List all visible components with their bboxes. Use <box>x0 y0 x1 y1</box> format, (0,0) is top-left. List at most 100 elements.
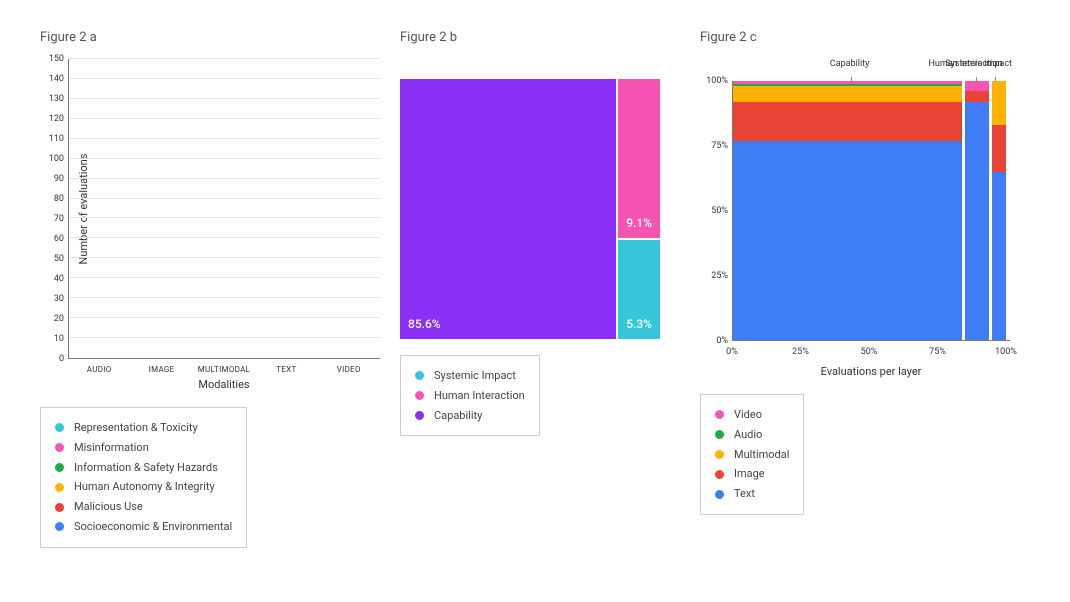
legend-label: Human Autonomy & Integrity <box>74 477 215 497</box>
figure-2a-legend: Representation & ToxicityMisinformationI… <box>40 407 247 548</box>
legend-item: Socioeconomic & Environmental <box>55 517 232 537</box>
legend-label: Socioeconomic & Environmental <box>74 517 232 537</box>
figure-2a-title: Figure 2 a <box>40 30 380 45</box>
xtick: VIDEO <box>318 365 380 374</box>
legend-swatch <box>55 423 64 432</box>
figure-2c-xlabel: Evaluations per layer <box>732 365 1010 378</box>
legend-label: Information & Safety Hazards <box>74 458 218 478</box>
top-label-systemic: Systemic impact <box>945 59 1012 69</box>
legend-item: Multimodal <box>715 445 789 465</box>
ytick: 140 <box>49 74 64 84</box>
ytick: 150 <box>49 54 64 64</box>
legend-swatch <box>415 391 424 400</box>
xtick: 100% <box>995 347 1017 357</box>
figure-2a-chart: Number of evaluations 010203040506070809… <box>40 59 380 359</box>
legend-label: Text <box>734 484 755 504</box>
legend-swatch <box>55 443 64 452</box>
ytick: 50 <box>54 254 64 264</box>
figure-2c-xticks: 0%25%50%75%100% <box>732 347 1006 361</box>
legend-swatch <box>55 463 64 472</box>
legend-swatch <box>715 490 724 499</box>
ytick: 30 <box>54 294 64 304</box>
legend-item: Misinformation <box>55 438 232 458</box>
legend-item: Capability <box>415 406 525 426</box>
legend-item: Image <box>715 464 789 484</box>
ytick: 0% <box>716 336 728 346</box>
figure-2b-title: Figure 2 b <box>400 30 680 45</box>
xtick: 25% <box>792 347 809 357</box>
figure-row: Figure 2 a Number of evaluations 0102030… <box>0 0 1070 558</box>
mosaic-col-systemic <box>992 81 1006 340</box>
legend-label: Capability <box>434 406 482 426</box>
ytick: 20 <box>54 314 64 324</box>
ytick: 60 <box>54 234 64 244</box>
legend-swatch <box>715 450 724 459</box>
ytick: 100% <box>706 76 728 86</box>
legend-swatch <box>55 522 64 531</box>
xtick: 0% <box>726 347 738 357</box>
treemap-systemic: 5.3% <box>618 240 660 339</box>
figure-2c-chart: Evaluations per modality 0%25%50%75%100% <box>700 81 1010 341</box>
figure-2c-yaxis: 0%25%50%75%100% <box>700 81 732 341</box>
figure-2b-chart: 85.6%9.1%5.3% <box>400 79 660 339</box>
mosaic-seg-text <box>965 102 989 340</box>
xtick: 50% <box>861 347 878 357</box>
figure-2a: Figure 2 a Number of evaluations 0102030… <box>40 30 380 548</box>
ytick: 130 <box>49 94 64 104</box>
legend-swatch <box>55 503 64 512</box>
mosaic-col-capability <box>733 81 962 340</box>
treemap-capability: 85.6% <box>400 79 616 339</box>
ytick: 0 <box>59 354 64 364</box>
mosaic-seg-multimodal <box>992 81 1006 125</box>
xtick: AUDIO <box>68 365 130 374</box>
mosaic-seg-image <box>992 125 1006 172</box>
figure-2c: Figure 2 c CapabilityHuman interactionSy… <box>700 30 1010 548</box>
legend-label: Audio <box>734 425 762 445</box>
xtick: MULTIMODAL <box>193 365 255 374</box>
figure-2c-legend: VideoAudioMultimodalImageText <box>700 394 804 515</box>
legend-item: Human Autonomy & Integrity <box>55 477 232 497</box>
ytick: 100 <box>49 154 64 164</box>
legend-label: Multimodal <box>734 445 789 465</box>
figure-2b-legend: Systemic ImpactHuman InteractionCapabili… <box>400 355 540 436</box>
figure-2c-plot <box>732 81 1010 341</box>
legend-item: Information & Safety Hazards <box>55 458 232 478</box>
mosaic-seg-video <box>965 81 989 91</box>
legend-swatch <box>715 430 724 439</box>
ytick: 25% <box>711 271 728 281</box>
legend-item: Audio <box>715 425 789 445</box>
mosaic-col-human <box>965 81 989 340</box>
legend-label: Misinformation <box>74 438 149 458</box>
legend-item: Representation & Toxicity <box>55 418 232 438</box>
legend-item: Video <box>715 405 789 425</box>
xtick: 75% <box>929 347 946 357</box>
legend-item: Human Interaction <box>415 386 525 406</box>
ytick: 90 <box>54 174 64 184</box>
top-label-capability: Capability <box>830 59 870 69</box>
legend-swatch <box>415 411 424 420</box>
ytick: 10 <box>54 334 64 344</box>
figure-2c-chart-wrap: CapabilityHuman interactionSystemic impa… <box>700 59 1010 378</box>
figure-2a-plot <box>68 59 380 359</box>
xtick: TEXT <box>255 365 317 374</box>
figure-2c-title: Figure 2 c <box>700 30 1010 45</box>
figure-2a-yaxis: 0102030405060708090100110120130140150 <box>40 59 68 359</box>
legend-swatch <box>715 470 724 479</box>
figure-2a-xticks: AUDIOIMAGEMULTIMODALTEXTVIDEO <box>68 365 380 374</box>
mosaic-seg-image <box>965 91 989 101</box>
ytick: 75% <box>711 141 728 151</box>
ytick: 70 <box>54 214 64 224</box>
legend-label: Human Interaction <box>434 386 525 406</box>
legend-item: Systemic Impact <box>415 366 525 386</box>
legend-label: Video <box>734 405 762 425</box>
mosaic-seg-text <box>992 172 1006 340</box>
figure-2b: Figure 2 b 85.6%9.1%5.3% Systemic Impact… <box>400 30 680 548</box>
ytick: 120 <box>49 114 64 124</box>
legend-label: Representation & Toxicity <box>74 418 198 438</box>
legend-item: Text <box>715 484 789 504</box>
legend-swatch <box>415 371 424 380</box>
treemap-human: 9.1% <box>618 79 660 238</box>
legend-label: Malicious Use <box>74 497 143 517</box>
ytick: 110 <box>49 134 64 144</box>
ytick: 50% <box>711 206 728 216</box>
